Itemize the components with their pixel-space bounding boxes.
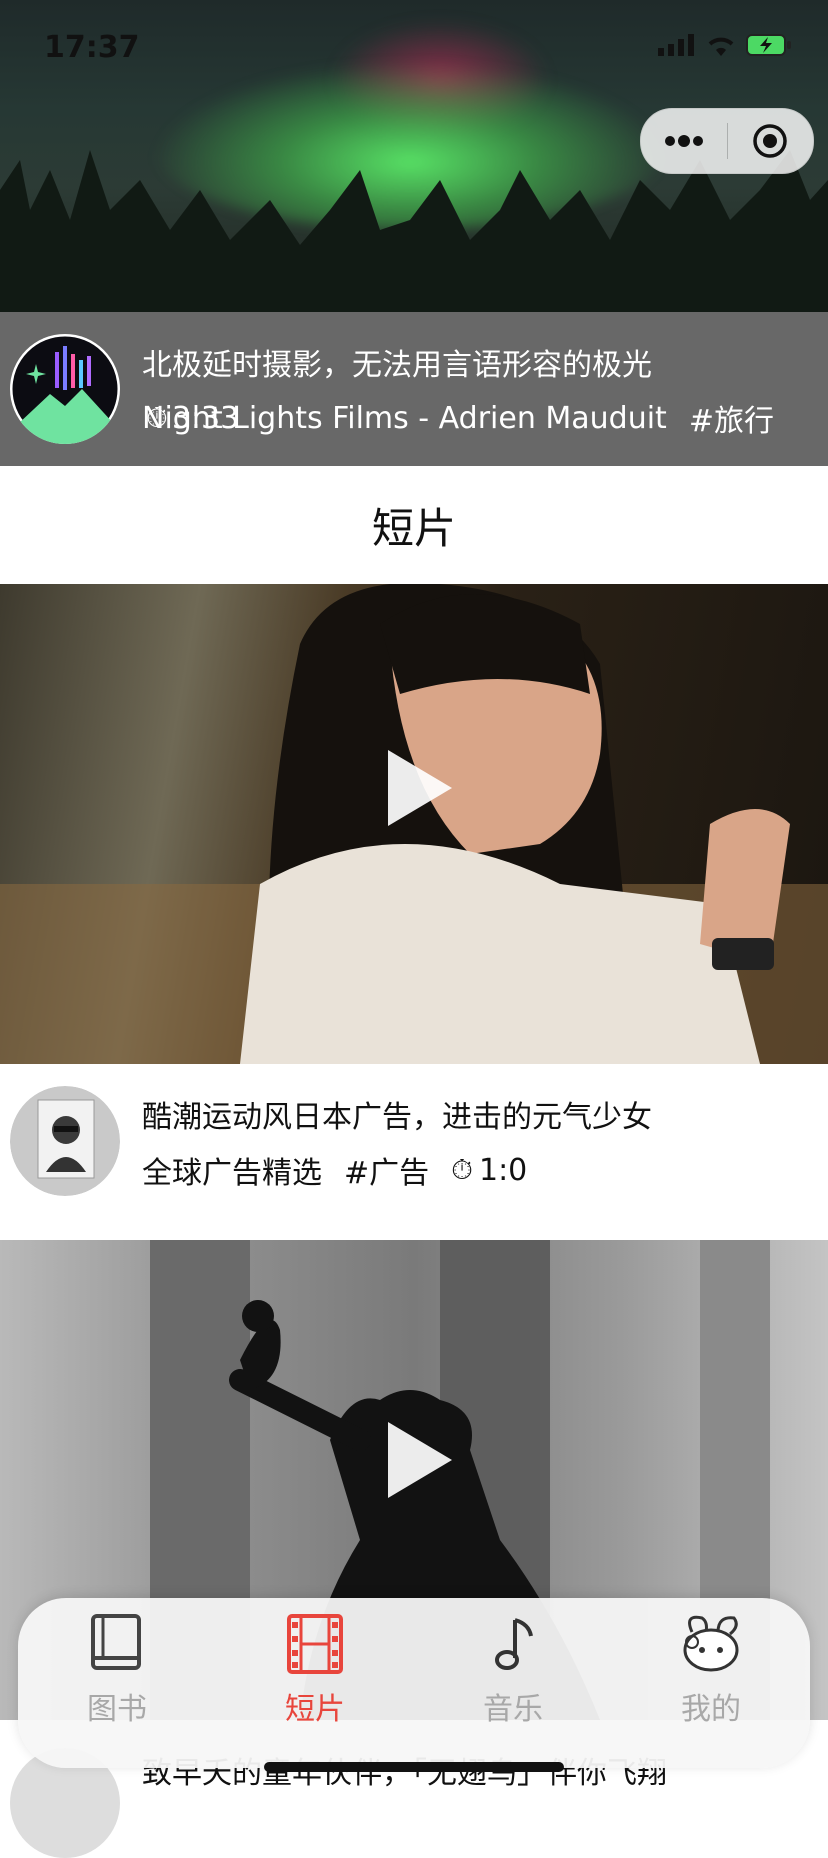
tab-music[interactable]: 音乐 xyxy=(433,1612,593,1728)
hero-duration: 3:33 xyxy=(171,400,240,436)
tab-books[interactable]: 图书 xyxy=(37,1612,197,1728)
hero-info-bar[interactable] xyxy=(0,312,828,466)
bottom-tab-bar: 图书 短片 音乐 我的 xyxy=(18,1598,810,1768)
video-info-1: 全球广告精选 #广告 ⏱ 1:0 xyxy=(142,1148,527,1192)
cellular-signal-icon xyxy=(658,34,694,56)
tab-label-shorts: 短片 xyxy=(285,1692,345,1727)
home-indicator[interactable] xyxy=(264,1762,564,1772)
target-circle-icon xyxy=(753,124,787,158)
hero-channel-avatar[interactable] xyxy=(10,334,120,444)
tab-shorts[interactable]: 短片 xyxy=(235,1612,395,1728)
man-portrait-icon xyxy=(10,1086,120,1196)
more-dots-icon xyxy=(665,135,703,147)
video-duration-1: 1:0 xyxy=(478,1152,528,1188)
status-icons xyxy=(658,34,792,56)
book-icon xyxy=(91,1614,141,1670)
video-thumbnail-1[interactable] xyxy=(0,584,828,1064)
video-duration-wrap-1: ⏱ 1:0 xyxy=(451,1153,527,1188)
play-icon[interactable] xyxy=(388,1422,452,1498)
video-tag-1[interactable]: #广告 xyxy=(344,1148,429,1192)
forest-silhouette xyxy=(0,150,828,312)
hero-tag[interactable]: #旅行 xyxy=(689,396,774,440)
tab-label-books: 图书 xyxy=(87,1692,147,1727)
battery-charging-icon xyxy=(746,34,791,56)
hero-meta: Night Lights Films - Adrien Mauduit ⏱ 3:… xyxy=(142,396,774,440)
wifi-icon xyxy=(708,37,734,56)
hero-banner[interactable]: 17:37 xyxy=(0,0,828,312)
tab-label-mine: 我的 xyxy=(681,1692,741,1727)
close-program-button[interactable] xyxy=(728,123,812,159)
bunny-avatar-icon xyxy=(683,1615,739,1672)
hero-title[interactable]: 北极延时摄影，无法用言语形容的极光 xyxy=(142,340,652,384)
tab-label-music: 音乐 xyxy=(483,1692,543,1727)
music-note-icon xyxy=(495,1618,533,1670)
hero-meta-overlap: Night Lights Films - Adrien Mauduit ⏱ 3:… xyxy=(142,401,667,436)
video-author-1: 全球广告精选 xyxy=(142,1156,322,1191)
play-icon[interactable] xyxy=(388,750,452,826)
hero-duration-wrap: ⏱ 3:33 xyxy=(146,401,239,436)
stopwatch-icon: ⏱ xyxy=(146,401,168,434)
more-options-button[interactable] xyxy=(641,135,727,147)
aurora-logo-icon xyxy=(10,334,120,444)
tab-mine[interactable]: 我的 xyxy=(631,1612,791,1728)
film-icon xyxy=(287,1614,343,1674)
video-channel-avatar-1[interactable] xyxy=(10,1086,120,1196)
mini-program-capsule xyxy=(640,108,814,174)
video-title-1[interactable]: 酷潮运动风日本广告，进击的元气少女 xyxy=(142,1092,652,1136)
section-title: 短片 xyxy=(371,503,456,553)
status-time: 17:37 xyxy=(44,30,140,65)
stopwatch-icon: ⏱ xyxy=(451,1153,473,1186)
